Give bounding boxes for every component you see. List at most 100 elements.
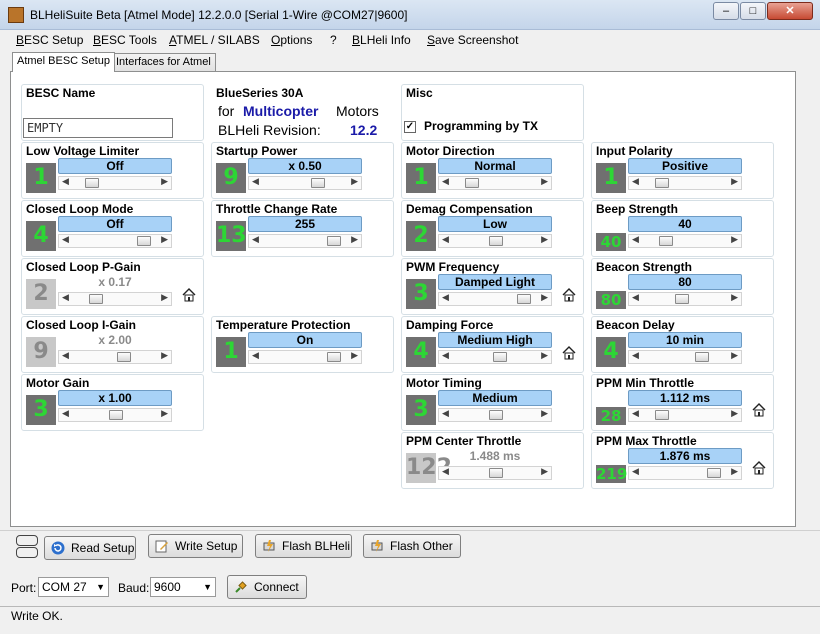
menu-blheli-info[interactable]: BLHeli Info [352,33,411,47]
slider-left-arrow-icon[interactable]: ◀ [442,350,449,361]
slider-left-arrow-icon[interactable]: ◀ [632,292,639,303]
slider-thumb[interactable] [85,178,99,188]
read-setup-button[interactable]: Read Setup [44,536,136,560]
slider-right-arrow-icon[interactable]: ▶ [541,292,548,303]
slider-thumb[interactable] [655,178,669,188]
low-voltage-limiter-slider[interactable]: ◀ ▶ [58,176,172,190]
slider-left-arrow-icon[interactable]: ◀ [632,350,639,361]
slider-right-arrow-icon[interactable]: ▶ [731,234,738,245]
slider-left-arrow-icon[interactable]: ◀ [62,176,69,187]
slider-left-arrow-icon[interactable]: ◀ [632,176,639,187]
port-select[interactable]: COM 27 ▼ [38,577,109,597]
home-icon[interactable] [182,288,196,302]
slider-right-arrow-icon[interactable]: ▶ [161,408,168,419]
flash-other-button[interactable]: Flash Other [363,534,461,558]
slider-right-arrow-icon[interactable]: ▶ [731,176,738,187]
slider-left-arrow-icon[interactable]: ◀ [252,350,259,361]
temperature-protection-slider[interactable]: ◀ ▶ [248,350,362,364]
slider-right-arrow-icon[interactable]: ▶ [541,466,548,477]
slider-right-arrow-icon[interactable]: ▶ [351,234,358,245]
slider-left-arrow-icon[interactable]: ◀ [62,350,69,361]
slider-right-arrow-icon[interactable]: ▶ [161,292,168,303]
slider-thumb[interactable] [675,294,689,304]
slider-left-arrow-icon[interactable]: ◀ [632,234,639,245]
slider-left-arrow-icon[interactable]: ◀ [62,408,69,419]
slider-right-arrow-icon[interactable]: ▶ [731,466,738,477]
slider-thumb[interactable] [695,352,709,362]
slider-left-arrow-icon[interactable]: ◀ [252,234,259,245]
closed-loop-i-gain-slider[interactable]: ◀ ▶ [58,350,172,364]
slider-right-arrow-icon[interactable]: ▶ [541,234,548,245]
motor-gain-slider[interactable]: ◀ ▶ [58,408,172,422]
slider-thumb[interactable] [137,236,151,246]
connect-button[interactable]: Connect [227,575,307,599]
slider-left-arrow-icon[interactable]: ◀ [442,466,449,477]
slider-left-arrow-icon[interactable]: ◀ [62,234,69,245]
slider-right-arrow-icon[interactable]: ▶ [351,350,358,361]
slider-thumb[interactable] [517,294,531,304]
throttle-change-rate-slider[interactable]: ◀ ▶ [248,234,362,248]
slider-right-arrow-icon[interactable]: ▶ [731,292,738,303]
closed-loop-p-gain-slider[interactable]: ◀ ▶ [58,292,172,306]
slider-thumb[interactable] [109,410,123,420]
menu-besc-tools[interactable]: BESC Tools [93,33,157,47]
slider-thumb[interactable] [489,410,503,420]
slider-left-arrow-icon[interactable]: ◀ [442,292,449,303]
menu-save-screenshot[interactable]: Save Screenshot [427,33,518,47]
demag-compensation-slider[interactable]: ◀ ▶ [438,234,552,248]
slider-thumb[interactable] [489,236,503,246]
programming-by-tx-checkbox[interactable]: ✓ [404,121,416,133]
minimize-button[interactable]: – [713,2,739,20]
slider-thumb[interactable] [465,178,479,188]
slider-thumb[interactable] [327,236,341,246]
home-icon[interactable] [562,346,576,360]
closed-loop-mode-slider[interactable]: ◀ ▶ [58,234,172,248]
slider-left-arrow-icon[interactable]: ◀ [442,408,449,419]
slider-thumb[interactable] [489,468,503,478]
slider-right-arrow-icon[interactable]: ▶ [541,176,548,187]
startup-power-slider[interactable]: ◀ ▶ [248,176,362,190]
flash-blheli-button[interactable]: Flash BLHeli [255,534,352,558]
ppm-max-throttle-slider[interactable]: ◀ ▶ [628,466,742,480]
tab-interfaces-for-atmel[interactable]: Interfaces for Atmel [111,53,216,71]
slider-thumb[interactable] [659,236,673,246]
damping-force-slider[interactable]: ◀ ▶ [438,350,552,364]
slider-left-arrow-icon[interactable]: ◀ [62,292,69,303]
motor-direction-slider[interactable]: ◀ ▶ [438,176,552,190]
tab-atmel-besc-setup[interactable]: Atmel BESC Setup [12,52,115,72]
beacon-delay-slider[interactable]: ◀ ▶ [628,350,742,364]
slider-right-arrow-icon[interactable]: ▶ [731,350,738,361]
menu-atmel-silabs[interactable]: ATMEL / SILABS [169,33,260,47]
motor-timing-slider[interactable]: ◀ ▶ [438,408,552,422]
slider-right-arrow-icon[interactable]: ▶ [161,176,168,187]
slider-thumb[interactable] [655,410,669,420]
write-setup-button[interactable]: Write Setup [148,534,243,558]
beep-strength-slider[interactable]: ◀ ▶ [628,234,742,248]
slider-right-arrow-icon[interactable]: ▶ [161,234,168,245]
slider-thumb[interactable] [493,352,507,362]
slider-left-arrow-icon[interactable]: ◀ [632,466,639,477]
baud-select[interactable]: 9600 ▼ [150,577,216,597]
slider-left-arrow-icon[interactable]: ◀ [252,176,259,187]
slider-thumb[interactable] [89,294,103,304]
slider-left-arrow-icon[interactable]: ◀ [632,408,639,419]
slider-right-arrow-icon[interactable]: ▶ [161,350,168,361]
input-polarity-slider[interactable]: ◀ ▶ [628,176,742,190]
maximize-button[interactable]: □ [740,2,766,20]
pwm-frequency-slider[interactable]: ◀ ▶ [438,292,552,306]
slider-right-arrow-icon[interactable]: ▶ [351,176,358,187]
besc-name-input[interactable]: EMPTY [23,118,173,138]
slider-left-arrow-icon[interactable]: ◀ [442,234,449,245]
slider-left-arrow-icon[interactable]: ◀ [442,176,449,187]
slider-thumb[interactable] [311,178,325,188]
ppm-min-throttle-slider[interactable]: ◀ ▶ [628,408,742,422]
menu-help[interactable]: ? [330,33,337,47]
beacon-strength-slider[interactable]: ◀ ▶ [628,292,742,306]
slider-right-arrow-icon[interactable]: ▶ [731,408,738,419]
slider-thumb[interactable] [707,468,721,478]
menu-besc-setup[interactable]: BESC Setup [16,33,83,47]
slider-thumb[interactable] [327,352,341,362]
home-icon[interactable] [752,461,766,475]
close-button[interactable]: ✕ [767,2,813,20]
home-icon[interactable] [562,288,576,302]
